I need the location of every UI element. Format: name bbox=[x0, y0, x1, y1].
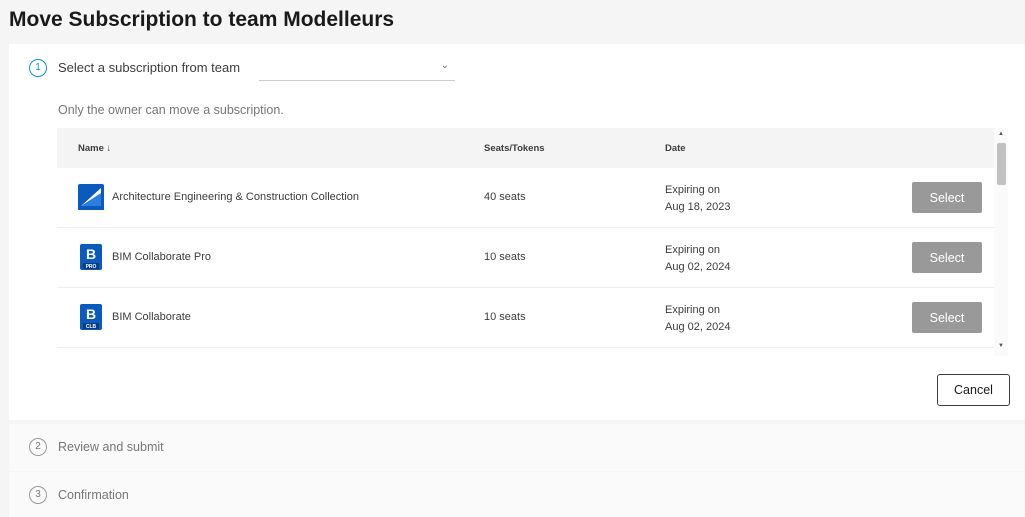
date-label: Expiring on bbox=[665, 304, 721, 316]
move-subscription-page: Move Subscription to team Modelleurs 1 S… bbox=[0, 0, 1025, 517]
step3-row[interactable]: 3 Confirmation bbox=[9, 472, 1025, 517]
page-title: Move Subscription to team Modelleurs bbox=[0, 0, 1025, 44]
subscription-name: BIM Collaborate bbox=[112, 311, 191, 323]
table-row: B CLB BIM Collaborate 10 seats Expiring … bbox=[57, 288, 994, 348]
column-header-seats: Seats/Tokens bbox=[484, 143, 545, 154]
date-value: Aug 02, 2024 bbox=[665, 321, 731, 333]
seats-value: 40 seats bbox=[484, 191, 526, 203]
cancel-button[interactable]: Cancel bbox=[937, 374, 1010, 406]
icon-badge-sub: PRO bbox=[86, 264, 97, 270]
scroll-thumb[interactable] bbox=[997, 143, 1006, 185]
step2-label: Review and submit bbox=[58, 440, 164, 454]
table-row: Architecture Engineering & Construction … bbox=[57, 168, 994, 228]
owner-note: Only the owner can move a subscription. bbox=[58, 103, 284, 117]
icon-badge-letter: B bbox=[86, 306, 96, 322]
icon-badge-letter: B bbox=[86, 246, 96, 262]
scroll-down-arrow-icon[interactable]: ▼ bbox=[998, 343, 1004, 349]
column-header-date: Date bbox=[665, 143, 686, 154]
date-cell: Expiring on Aug 02, 2024 bbox=[665, 302, 730, 336]
select-button[interactable]: Select bbox=[912, 242, 982, 273]
chevron-down-icon: ⌄ bbox=[440, 60, 449, 71]
date-label: Expiring on bbox=[665, 244, 721, 256]
subscription-name: BIM Collaborate Pro bbox=[112, 251, 212, 263]
team-select-dropdown[interactable]: ⌄ bbox=[259, 56, 455, 81]
step2-number: 2 bbox=[29, 438, 47, 456]
step1-panel: 1 Select a subscription from team ⌄ Only… bbox=[9, 44, 1025, 420]
seats-value: 10 seats bbox=[484, 251, 526, 263]
subscriptions-table: Name ↓ Seats/Tokens Date Architecture En… bbox=[57, 128, 1008, 356]
date-label: Expiring on bbox=[665, 184, 721, 196]
date-cell: Expiring on Aug 02, 2024 bbox=[665, 242, 730, 276]
select-button[interactable]: Select bbox=[912, 182, 982, 213]
bim-collaborate-icon: B CLB bbox=[80, 304, 102, 330]
table-row bbox=[57, 348, 994, 356]
seats-value: 10 seats bbox=[484, 311, 526, 323]
date-cell: Expiring on Aug 18, 2023 bbox=[665, 182, 730, 216]
table-row: B PRO BIM Collaborate Pro 10 seats Expir… bbox=[57, 228, 994, 288]
step2-row[interactable]: 2 Review and submit bbox=[9, 424, 1025, 471]
date-value: Aug 18, 2023 bbox=[665, 201, 731, 213]
table-scrollbar[interactable]: ▲ ▼ bbox=[994, 128, 1008, 356]
bim-collaborate-pro-icon: B PRO bbox=[80, 244, 102, 270]
aec-collection-icon bbox=[78, 184, 104, 210]
step3-number: 3 bbox=[29, 486, 47, 504]
scroll-up-arrow-icon[interactable]: ▲ bbox=[998, 131, 1004, 137]
column-header-name[interactable]: Name ↓ bbox=[78, 143, 111, 154]
step1-number: 1 bbox=[29, 59, 47, 77]
step3-label: Confirmation bbox=[58, 488, 129, 502]
table-header: Name ↓ Seats/Tokens Date bbox=[57, 128, 994, 168]
select-button[interactable]: Select bbox=[912, 302, 982, 333]
icon-badge-sub: CLB bbox=[86, 324, 97, 330]
step1-label: Select a subscription from team bbox=[58, 60, 241, 75]
date-value: Aug 02, 2024 bbox=[665, 261, 731, 273]
subscription-name: Architecture Engineering & Construction … bbox=[112, 191, 360, 203]
